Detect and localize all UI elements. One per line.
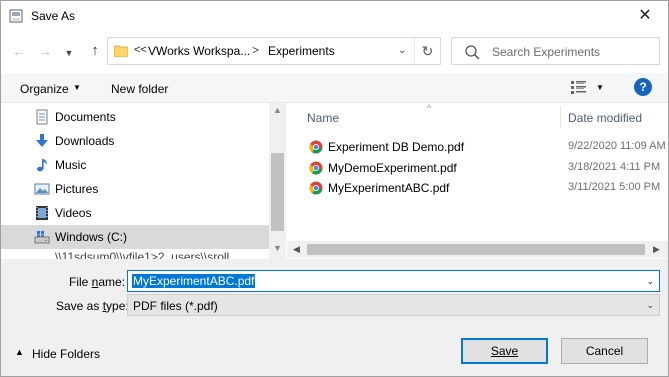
forward-arrow-icon: → (38, 43, 52, 59)
column-header-date-modified[interactable]: Date modified (568, 111, 642, 125)
save-as-type-select[interactable]: PDF files (*.pdf) ⌄ (127, 294, 660, 316)
new-folder-button[interactable]: New folder (111, 82, 168, 96)
nav-item-videos[interactable]: Videos (1, 201, 269, 225)
scroll-right-icon[interactable]: ▶ (653, 244, 660, 255)
back-arrow-icon: ← (12, 43, 26, 59)
column-header-name[interactable]: Name (307, 111, 339, 125)
pictures-icon (34, 183, 50, 195)
nav-item-documents[interactable]: Documents (1, 105, 269, 129)
breadcrumb-overflow[interactable]: << (134, 44, 147, 56)
file-name: MyDemoExperiment.pdf (328, 161, 457, 175)
scroll-left-icon[interactable]: ◀ (293, 244, 300, 255)
save-as-type-value: PDF files (*.pdf) (133, 299, 218, 313)
chevron-down-icon: ▼ (64, 48, 74, 58)
navigation-pane: Documents Downloads Music Pictures Video… (1, 103, 269, 259)
breadcrumb-separator-icon[interactable]: > (252, 43, 259, 57)
nav-item-pictures[interactable]: Pictures (1, 177, 269, 201)
scroll-up-icon[interactable]: ▲ (273, 105, 282, 115)
save-form: File name: MyExperimentABC.pdf ⌄ Save as… (1, 259, 668, 376)
breadcrumb-parent[interactable]: VWorks Workspa... (148, 44, 250, 58)
breadcrumb-current[interactable]: Experiments (268, 44, 335, 58)
file-row[interactable]: Experiment DB Demo.pdf 9/22/2020 11:09 A… (287, 137, 668, 157)
videos-icon (36, 206, 48, 220)
chevron-down-icon[interactable]: ⌄ (646, 276, 654, 287)
close-button[interactable]: ✕ (632, 5, 658, 27)
save-as-type-label: Save as type: (56, 299, 129, 313)
refresh-icon: ↻ (421, 43, 434, 59)
organize-button[interactable]: Organize (20, 82, 69, 96)
nav-item-label: Downloads (55, 134, 115, 148)
save-as-dialog: Save As ✕ ← → ▼ ↑ << VWorks Workspa... >… (0, 0, 669, 377)
save-button[interactable]: Save (461, 338, 548, 364)
hide-folders-button[interactable]: Hide Folders (32, 347, 100, 361)
search-placeholder: Search Experiments (492, 45, 601, 59)
nav-item-label: Windows (C:) (55, 230, 128, 244)
search-box[interactable]: Search Experiments (451, 37, 660, 65)
cancel-button-label: Cancel (585, 344, 624, 358)
folder-icon (114, 45, 128, 57)
scroll-down-icon[interactable]: ▼ (273, 243, 282, 253)
nav-item-label: \\11sdsum0\\vfile1>2_users\\sroll... (55, 250, 240, 259)
music-icon (37, 159, 47, 172)
file-name-input[interactable]: MyExperimentABC.pdf ⌄ (127, 270, 660, 292)
save-button-label: Save (490, 344, 519, 358)
search-icon (465, 45, 480, 60)
scrollbar-thumb[interactable] (307, 244, 645, 255)
window-title: Save As (31, 9, 76, 23)
downloads-icon (36, 134, 48, 147)
up-button[interactable]: ↑ (87, 42, 103, 60)
file-name-value: MyExperimentABC.pdf (132, 274, 256, 288)
file-date: 3/18/2021 4:11 PM (568, 161, 661, 173)
back-button[interactable]: ← (11, 42, 27, 60)
file-date: 9/22/2020 11:09 AM (568, 140, 666, 152)
navigation-pane-scrollbar[interactable]: ▲ ▼ (269, 103, 286, 259)
cancel-button[interactable]: Cancel (561, 338, 648, 364)
title-bar: Save As ✕ (1, 1, 668, 32)
chrome-pdf-icon (309, 161, 323, 175)
nav-item-label: Videos (55, 206, 92, 220)
file-row[interactable]: MyExperimentABC.pdf 3/11/2021 5:00 PM (287, 178, 668, 198)
chevron-up-icon[interactable]: ▲ (15, 347, 24, 357)
column-divider[interactable] (560, 106, 561, 128)
refresh-button[interactable]: ↻ (414, 38, 440, 64)
forward-button[interactable]: → (37, 42, 53, 60)
drive-icon (34, 231, 50, 244)
address-dropdown-icon[interactable]: ⌄ (398, 45, 406, 56)
file-name-label: File name: (69, 275, 126, 289)
save-as-app-icon (9, 9, 23, 23)
command-bar: Organize ▼ New folder ▼ ? (1, 73, 668, 103)
help-button[interactable]: ? (634, 78, 652, 96)
chrome-pdf-icon (309, 140, 323, 154)
chevron-down-icon: ⌄ (646, 300, 654, 310)
file-row[interactable]: MyDemoExperiment.pdf 3/18/2021 4:11 PM (287, 158, 668, 178)
sort-ascending-icon: ^ (427, 103, 432, 113)
view-options-icon[interactable] (571, 80, 587, 94)
chrome-pdf-icon (309, 181, 323, 195)
documents-icon (36, 109, 48, 125)
scrollbar-thumb[interactable] (271, 153, 284, 231)
file-name: Experiment DB Demo.pdf (328, 140, 465, 154)
address-bar[interactable]: << VWorks Workspa... > Experiments ⌄ ↻ (107, 37, 441, 65)
nav-item-network-partial[interactable]: \\11sdsum0\\vfile1>2_users\\sroll... (1, 249, 269, 259)
recent-locations-button[interactable]: ▼ (61, 44, 77, 62)
nav-item-label: Pictures (55, 182, 99, 196)
file-list-horizontal-scrollbar[interactable]: ◀ ▶ (287, 241, 668, 258)
nav-item-label: Documents (55, 110, 116, 124)
nav-item-downloads[interactable]: Downloads (1, 129, 269, 153)
nav-item-windows-c[interactable]: Windows (C:) (1, 225, 269, 249)
file-list: ^ Name Date modified Experiment DB Demo.… (287, 103, 668, 241)
chevron-down-icon: ▼ (73, 83, 81, 92)
view-dropdown-icon[interactable]: ▼ (596, 83, 604, 92)
nav-item-music[interactable]: Music (1, 153, 269, 177)
up-arrow-icon: ↑ (91, 42, 99, 59)
nav-item-label: Music (55, 158, 87, 172)
file-name: MyExperimentABC.pdf (328, 181, 450, 195)
file-date: 3/11/2021 5:00 PM (568, 181, 661, 193)
close-icon: ✕ (638, 7, 652, 24)
